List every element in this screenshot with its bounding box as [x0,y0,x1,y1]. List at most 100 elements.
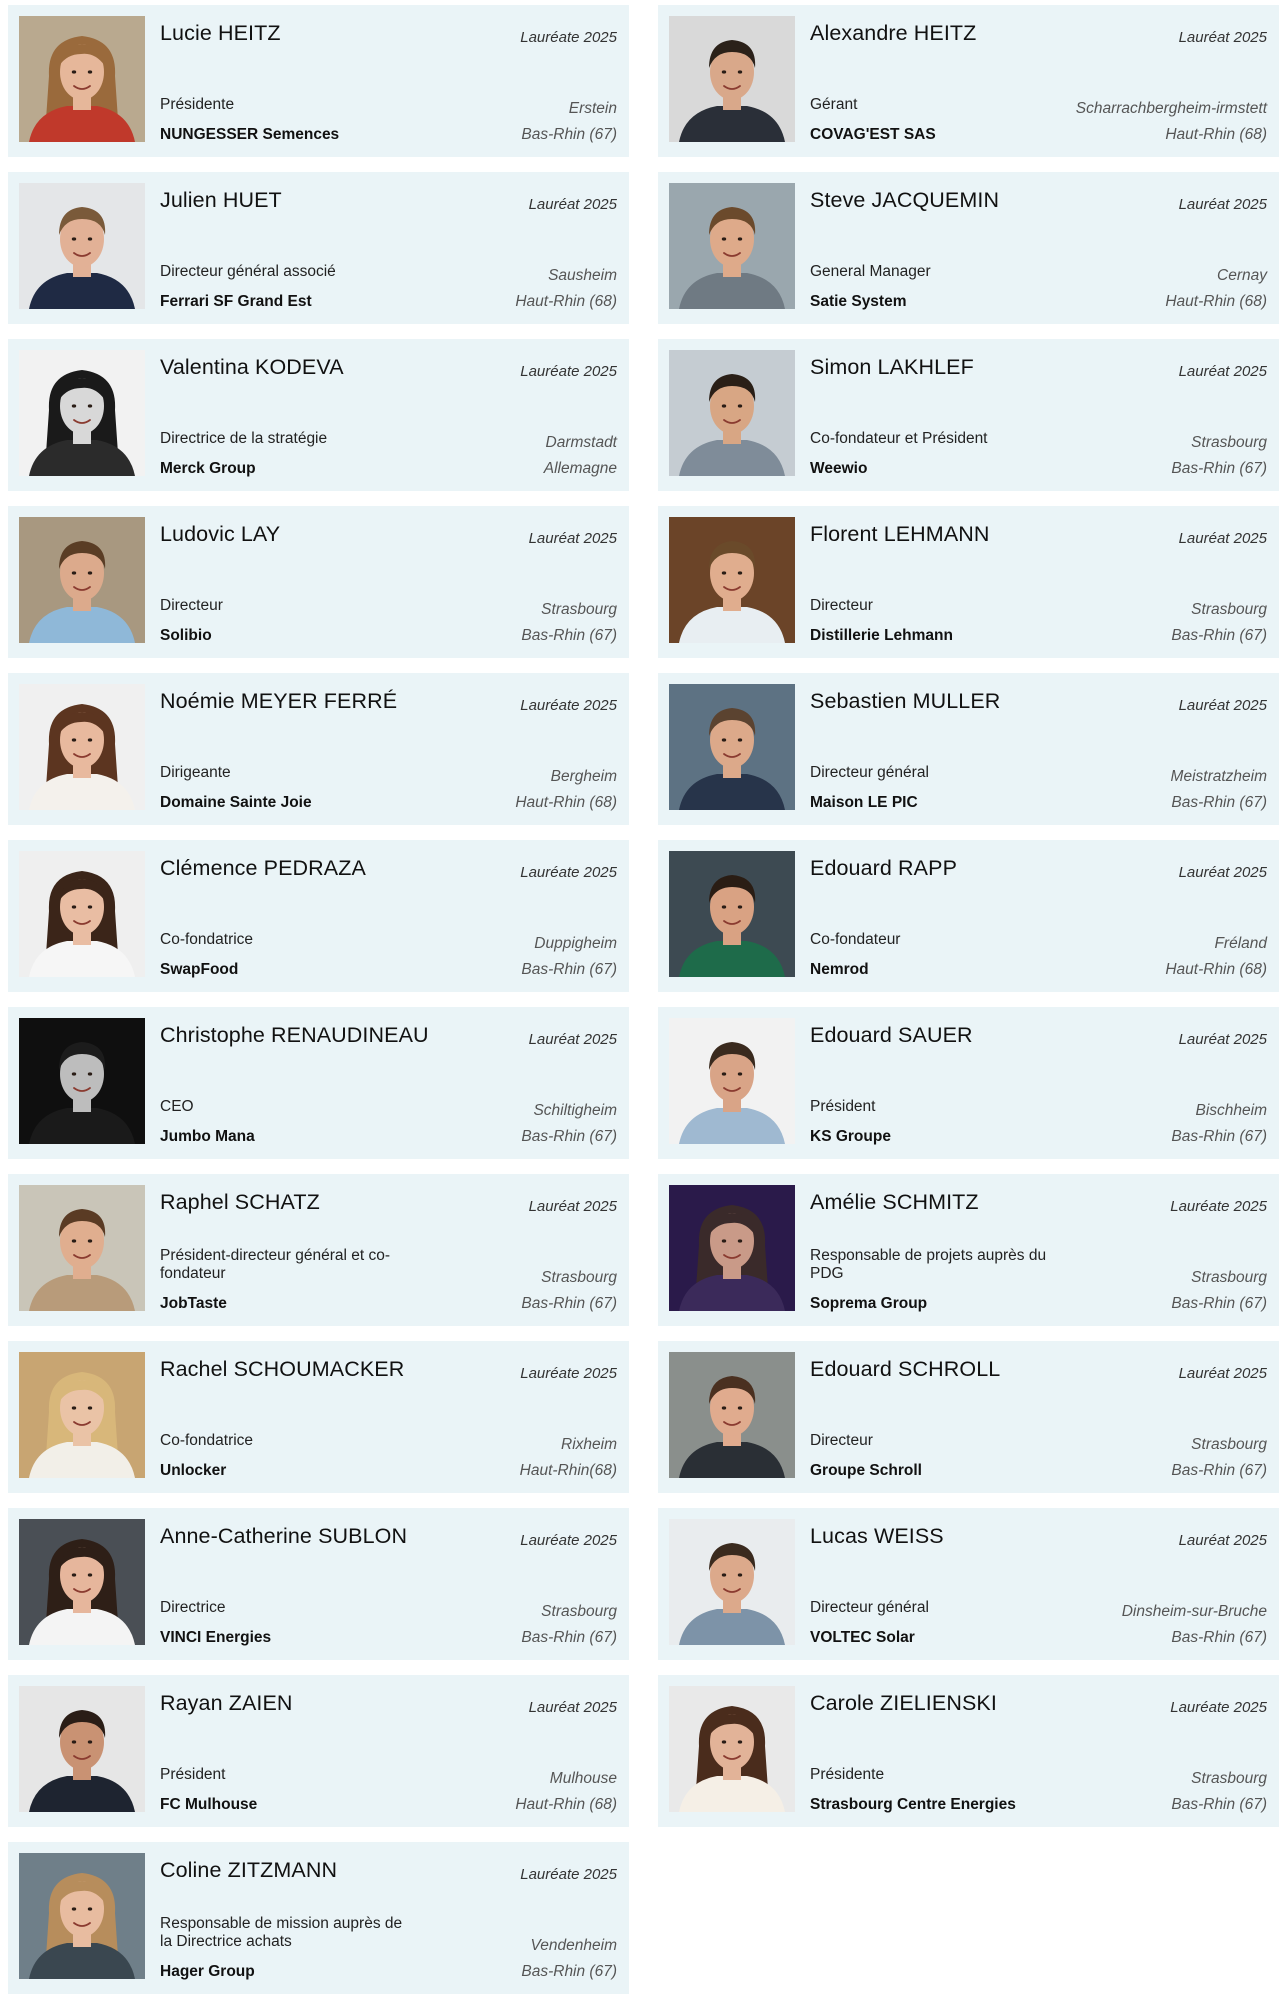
laureate-badge: Lauréate 2025 [520,1532,617,1549]
laureate-card[interactable]: Edouard RAPP Lauréat 2025 Co-fondateur Nemr… [658,840,1279,992]
laureate-card[interactable]: Simon LAKHLEF Lauréat 2025 Co-fondateur et… [658,339,1279,491]
laureate-city: Strasbourg [541,1603,617,1620]
laureate-card[interactable]: Lucas WEISS Lauréat 2025 Directeur général… [658,1508,1279,1660]
laureate-company: Satie System [810,293,907,310]
laureate-role: General Manager [810,263,931,280]
laureate-department: Bas-Rhin (67) [1171,1295,1267,1312]
laureate-card[interactable]: Valentina KODEVA Lauréate 2025 Directrice … [8,339,629,491]
laureate-badge: Lauréate 2025 [520,697,617,714]
portrait-illustration [19,1018,145,1144]
laureate-role: Directeur général [810,764,929,781]
laureate-name: Florent LEHMANN [810,522,990,546]
laureate-card[interactable]: Lucie HEITZ Lauréate 2025 Présidente NUNGES… [8,5,629,157]
laureate-card[interactable]: Carole ZIELIENSKI Lauréate 2025 Présidente… [658,1675,1279,1827]
portrait-photo [19,1853,145,1979]
laureate-city: Strasbourg [1191,1770,1267,1787]
laureate-department: Bas-Rhin (67) [1171,794,1267,811]
portrait-photo [19,183,145,309]
laureate-card[interactable]: Anne-Catherine SUBLON Lauréate 2025 Direct… [8,1508,629,1660]
laureate-card[interactable]: Ludovic LAY Lauréat 2025 Directeur Solibio S… [8,506,629,658]
laureate-card[interactable]: Noémie MEYER FERRÉ Lauréate 2025 Dirigeant… [8,673,629,825]
laureate-city: Bergheim [550,768,617,785]
laureate-badge: Lauréate 2025 [520,1365,617,1382]
laureate-badge: Lauréate 2025 [1170,1699,1267,1716]
portrait-photo [669,684,795,810]
laureate-card[interactable]: Sebastien MULLER Lauréat 2025 Directeur gé… [658,673,1279,825]
laureate-company: Jumbo Mana [160,1128,255,1145]
laureate-badge: Lauréat 2025 [528,1031,617,1048]
laureate-card[interactable]: Rayan ZAIEN Lauréat 2025 Président FC Mulho… [8,1675,629,1827]
laureate-name: Julien HUET [160,188,282,212]
laureate-city: Meistratzheim [1170,768,1267,785]
laureate-badge: Lauréat 2025 [528,530,617,547]
laureate-city: Vendenheim [530,1937,617,1954]
laureate-city: Strasbourg [541,1269,617,1286]
laureate-badge: Lauréat 2025 [1178,29,1267,46]
portrait-illustration [19,183,145,309]
laureate-role: Co-fondateur et Président [810,430,988,447]
laureate-card[interactable]: Christophe RENAUDINEAU Lauréat 2025 CEO Jum… [8,1007,629,1159]
laureate-city: Erstein [568,100,617,117]
portrait-illustration [19,1519,145,1645]
laureate-card[interactable]: Coline ZITZMANN Lauréate 2025 Responsable … [8,1842,629,1994]
laureate-department: Bas-Rhin (67) [521,1963,617,1980]
laureate-badge: Lauréate 2025 [520,864,617,881]
laureate-role: Directeur [160,597,223,614]
laureate-badge: Lauréate 2025 [1170,1198,1267,1215]
laureate-card[interactable]: Clémence PEDRAZA Lauréate 2025 Co-fondatri… [8,840,629,992]
laureate-badge: Lauréat 2025 [1178,530,1267,547]
laureate-department: Haut-Rhin (68) [515,794,617,811]
laureate-city: Mulhouse [549,1770,617,1787]
portrait-photo [669,183,795,309]
laureate-role: Président-directeur général et co-fondat… [160,1247,391,1282]
laureate-role: CEO [160,1098,194,1115]
laureate-company: COVAG'EST SAS [810,126,936,143]
portrait-photo [669,1686,795,1812]
laureate-name: Edouard RAPP [810,856,958,880]
laureate-name: Alexandre HEITZ [810,21,977,45]
laureate-name: Raphel SCHATZ [160,1190,320,1214]
portrait-illustration [669,1185,795,1311]
laureate-badge: Lauréate 2025 [520,29,617,46]
laureate-card[interactable]: Florent LEHMANN Lauréat 2025 Directeur Dist… [658,506,1279,658]
laureate-role: Présidente [160,96,235,113]
laureate-company: VOLTEC Solar [810,1629,915,1646]
laureate-name: Lucas WEISS [810,1524,944,1548]
laureate-card[interactable]: Alexandre HEITZ Lauréat 2025 Gérant COVAG'E… [658,5,1279,157]
portrait-photo [19,851,145,977]
laureate-card[interactable]: Amélie SCHMITZ Lauréate 2025 Responsable d… [658,1174,1279,1326]
laureate-role: Président [160,1766,226,1783]
laureate-badge: Lauréat 2025 [1178,1532,1267,1549]
laureate-card[interactable]: Rachel SCHOUMACKER Lauréate 2025 Co-fondat… [8,1341,629,1493]
laureate-name: Edouard SAUER [810,1023,973,1047]
laureate-company: Weewio [810,460,868,477]
laureate-name: Christophe RENAUDINEAU [160,1023,429,1047]
laureate-badge: Lauréat 2025 [528,1699,617,1716]
laureate-badge: Lauréat 2025 [1178,363,1267,380]
laureate-department: Bas-Rhin (67) [521,126,617,143]
portrait-illustration [19,16,145,142]
laureate-badge: Lauréat 2025 [1178,864,1267,881]
laureate-role: Gérant [810,96,858,113]
laureate-card[interactable]: Steve JACQUEMIN Lauréat 2025 General Manag… [658,172,1279,324]
laureate-city: Strasbourg [1191,434,1267,451]
laureate-department: Bas-Rhin (67) [1171,627,1267,644]
laureate-card[interactable]: Raphel SCHATZ Lauréat 2025 Président-direc… [8,1174,629,1326]
laureate-role: Directeur général associé [160,263,336,280]
laureate-card[interactable]: Edouard SCHROLL Lauréat 2025 Directeur Grou… [658,1341,1279,1493]
laureate-department: Bas-Rhin (67) [521,1629,617,1646]
laureate-card[interactable]: Julien HUET Lauréat 2025 Directeur général… [8,172,629,324]
laureate-badge: Lauréate 2025 [520,363,617,380]
portrait-photo [669,517,795,643]
portrait-illustration [19,684,145,810]
laureate-name: Ludovic LAY [160,522,281,546]
portrait-photo [19,1185,145,1311]
laureate-role: Directeur général [810,1599,929,1616]
laureate-department: Allemagne [543,460,617,477]
laureate-role: Directeur [810,597,873,614]
portrait-photo [19,1352,145,1478]
laureate-name: Sebastien MULLER [810,689,1001,713]
laureate-name: Anne-Catherine SUBLON [160,1524,408,1548]
laureates-grid: Lucie HEITZ Lauréate 2025 Présidente NUNGES… [8,5,1279,1994]
laureate-card[interactable]: Edouard SAUER Lauréat 2025 Président KS Gro… [658,1007,1279,1159]
